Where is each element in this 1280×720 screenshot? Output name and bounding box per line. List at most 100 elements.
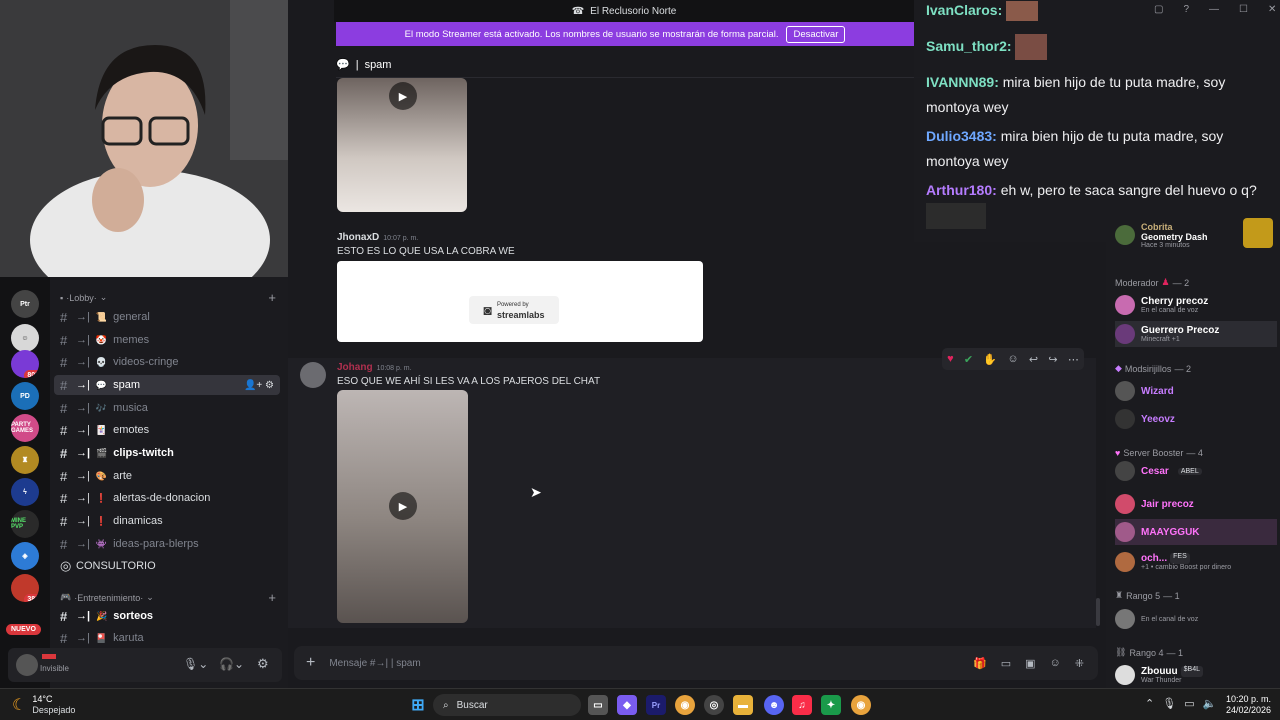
discord-icon[interactable]: ☻ — [764, 695, 784, 715]
windows-start-icon[interactable]: ⊞ — [408, 695, 428, 715]
member-item[interactable]: Zbouuu $B4L War Thunder — [1115, 662, 1277, 688]
emoji-icon[interactable]: ☺ — [1050, 657, 1061, 670]
server-icon[interactable]: ☺ — [11, 324, 39, 352]
message-author[interactable]: Johang 10:08 p. m. — [337, 362, 412, 373]
server-icon[interactable]: 383 — [11, 574, 39, 602]
author-name[interactable]: Johang — [337, 362, 373, 373]
avatar — [1115, 381, 1135, 401]
server-icon[interactable]: ϟ — [11, 478, 39, 506]
channel-item-dinamicas[interactable]: # →| ❗ dinamicas — [54, 511, 280, 531]
add-channel-icon[interactable]: + — [268, 590, 276, 605]
new-label[interactable]: NUEVO — [6, 624, 41, 635]
channel-prefix: →| — [76, 379, 90, 391]
message-input[interactable]: Mensaje #→| | spam — [329, 658, 420, 669]
link-embed[interactable]: ◙ Powered by streamlabs — [337, 261, 703, 342]
video-attachment[interactable]: ▶ — [337, 78, 467, 212]
speech-bubble-icon: 💬 — [95, 379, 108, 390]
message-composer[interactable]: + Mensaje #→| | spam 🎁 ▭ ▣ ☺ ⁜ — [294, 646, 1098, 680]
server-icon[interactable]: PD — [11, 382, 39, 410]
channel-item-karuta[interactable]: # →| 🎴 karuta — [54, 628, 280, 648]
channel-item-general[interactable]: # →| 📜 general — [54, 307, 280, 327]
obs-icon[interactable]: ◎ — [704, 695, 724, 715]
check-reaction-icon[interactable]: ✔ — [964, 353, 973, 366]
server-icon[interactable]: PARTY GAMES — [11, 414, 39, 442]
heart-reaction-icon[interactable]: ♥ — [947, 353, 954, 365]
channel-item-clips-twitch[interactable]: # →| 🎬 clips-twitch — [54, 443, 280, 463]
channel-item-arte[interactable]: # →| 🎨 arte — [54, 466, 280, 486]
category-entretenimiento[interactable]: 🎮 ·Entretenimiento· ⌄ + — [60, 590, 276, 605]
server-icon[interactable]: MINE PVP — [11, 510, 39, 538]
channel-item-alertas-de-donacion[interactable]: # →| ❗ alertas-de-donacion — [54, 488, 280, 508]
category-label: ·Entretenimiento· — [74, 592, 144, 603]
activity-item[interactable]: Cobrita Geometry Dash Hace 3 minutos — [1115, 218, 1277, 249]
sticker-icon[interactable]: ▣ — [1025, 657, 1035, 670]
add-reaction-icon[interactable]: ☺ — [1007, 353, 1018, 365]
taskbar-search[interactable]: ⌕ Buscar — [433, 694, 581, 716]
server-icon[interactable]: ◈ — [11, 542, 39, 570]
file-explorer-icon[interactable]: ▬ — [733, 695, 753, 715]
category-lobby[interactable]: ▪ ·Lobby· ⌄ + — [60, 290, 276, 305]
headphones-icon[interactable]: 🎧⌄ — [219, 657, 244, 671]
chevron-up-icon[interactable]: ⌃ — [1145, 697, 1154, 710]
message-author[interactable]: JhonaxD 10:07 p. m. — [337, 232, 418, 243]
disable-streamer-mode-button[interactable]: Desactivar — [786, 25, 846, 43]
music-icon[interactable]: ♫ — [792, 695, 812, 715]
hand-reaction-icon[interactable]: ✋ — [983, 353, 997, 366]
channel-item-memes[interactable]: # →| 🤡 memes — [54, 330, 280, 350]
avatar[interactable] — [300, 362, 326, 388]
chrome-icon[interactable]: ◉ — [851, 695, 871, 715]
member-item[interactable]: och... FES +1 • cambio Boost por dinero — [1115, 549, 1277, 575]
clock[interactable]: 10:20 p. m. 24/02/2026 — [1226, 694, 1271, 716]
forward-icon[interactable]: ↪ — [1048, 353, 1057, 366]
microphone-icon[interactable]: 🎙 — [1162, 697, 1176, 710]
server-icon[interactable]: 808 — [11, 350, 39, 378]
copilot-icon[interactable]: ◆ — [617, 695, 637, 715]
message-text: ESTO ES LO QUE USA LA COBRA WE — [337, 246, 515, 257]
member-item[interactable]: Cesar ABEL — [1115, 458, 1277, 484]
server-icon[interactable]: ♜ — [11, 446, 39, 474]
channel-item-videos-cringe[interactable]: # →| 💀 videos-cringe — [54, 352, 280, 372]
member-item[interactable]: Cherry precoz En el canal de voz — [1115, 292, 1277, 318]
network-icon[interactable]: ▭ — [1184, 697, 1194, 710]
premiere-icon[interactable]: Pr — [646, 695, 666, 715]
channel-prefix: →| — [76, 515, 90, 527]
more-icon[interactable]: ⋯ — [1068, 353, 1079, 366]
member-item[interactable]: En el canal de voz — [1115, 606, 1277, 632]
server-icon[interactable]: Ptr — [11, 290, 39, 318]
author-name[interactable]: JhonaxD — [337, 232, 379, 243]
member-item[interactable]: MAAYGGUK — [1115, 519, 1277, 545]
channel-item-consultorio[interactable]: ◎ CONSULTORIO — [54, 556, 280, 576]
apps-icon[interactable]: ⁜ — [1075, 657, 1084, 670]
microphone-icon[interactable]: 🎙⌄ — [183, 657, 208, 671]
channel-prefix: →| — [76, 610, 91, 622]
channel-item-sorteos[interactable]: # →| 🎉 sorteos — [54, 606, 280, 626]
video-attachment[interactable]: ▶ — [337, 390, 468, 623]
channel-item-emotes[interactable]: # →| 🃏 emotes — [54, 420, 280, 440]
add-attachment-icon[interactable]: + — [306, 654, 315, 672]
taskbar: ☾ 14°C Despejado ⊞ ⌕ Buscar ▭ ◆ Pr ◉ ◎ ▬… — [0, 688, 1280, 720]
channel-settings-icon[interactable]: 👤+ ⚙ — [244, 380, 274, 391]
add-channel-icon[interactable]: + — [268, 290, 276, 305]
play-icon[interactable]: ▶ — [389, 492, 417, 520]
gear-icon[interactable]: ⚙ — [257, 656, 269, 672]
member-item[interactable]: Jair precoz — [1115, 491, 1277, 517]
channel-item-musica[interactable]: # →| 🎶 musica — [54, 398, 280, 418]
gif-icon[interactable]: ▭ — [1001, 657, 1011, 670]
play-icon[interactable]: ▶ — [389, 82, 417, 110]
member-item[interactable]: Guerrero Precoz Minecraft +1 — [1115, 321, 1277, 347]
member-item[interactable]: Yeeovz — [1115, 406, 1277, 432]
task-view-icon[interactable]: ▭ — [588, 695, 608, 715]
volume-icon[interactable]: 🔈 — [1203, 697, 1217, 710]
avatar[interactable] — [16, 654, 38, 676]
chrome-icon[interactable]: ◉ — [675, 695, 695, 715]
gift-icon[interactable]: 🎁 — [973, 657, 987, 670]
member-status: Minecraft +1 — [1141, 336, 1180, 343]
channel-item-ideas-para-blerps[interactable]: # →| 👾 ideas-para-blerps — [54, 534, 280, 554]
chat-username: Arthur180: — [926, 182, 997, 198]
app-icon[interactable]: ✦ — [821, 695, 841, 715]
weather-widget[interactable]: ☾ 14°C Despejado — [12, 694, 75, 716]
channel-item-spam[interactable]: # →| 💬 spam 👤+ ⚙ — [54, 375, 280, 395]
reply-icon[interactable]: ↩ — [1029, 353, 1038, 366]
scrollbar[interactable] — [1096, 598, 1100, 626]
member-item[interactable]: Wizard — [1115, 378, 1277, 404]
